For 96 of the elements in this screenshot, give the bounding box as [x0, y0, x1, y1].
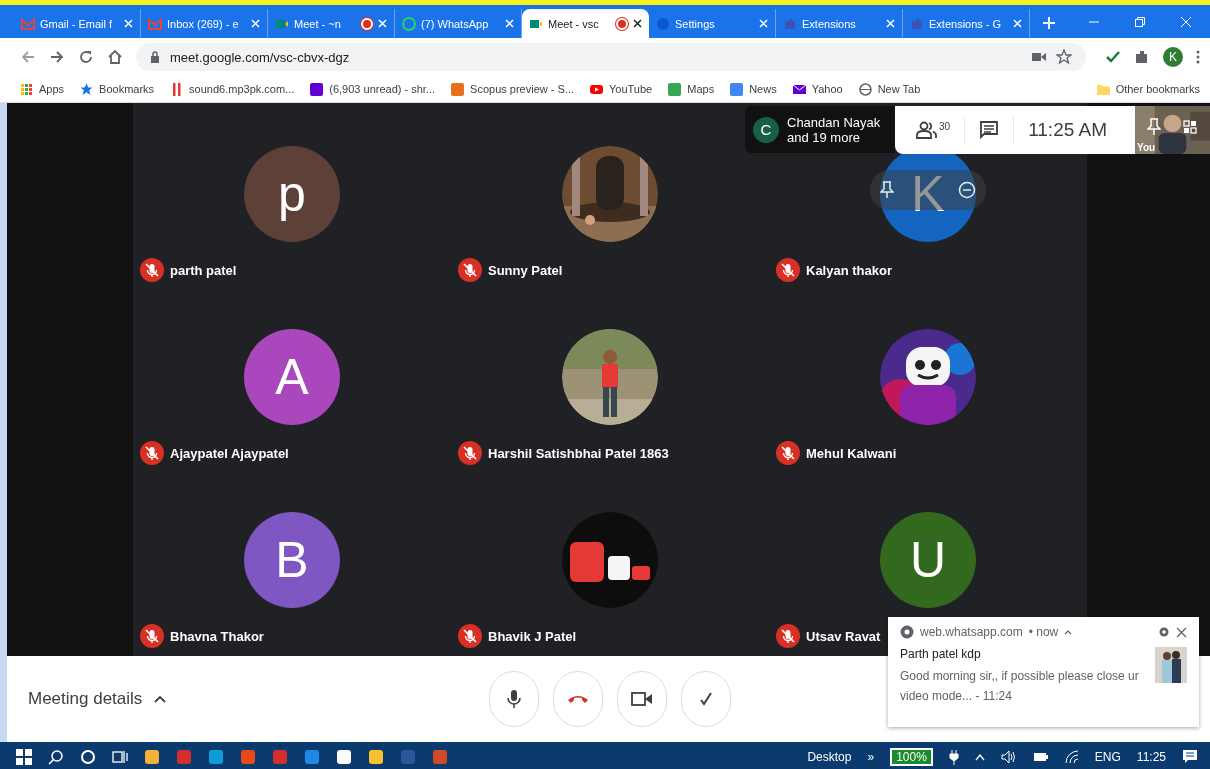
address-bar[interactable]: meet.google.com/vsc-cbvx-dgz — [136, 43, 1086, 71]
favicon-icon — [402, 16, 416, 31]
bookmark-folder[interactable]: Other bookmarks — [1115, 83, 1200, 95]
menu-icon[interactable] — [1196, 50, 1200, 64]
notification-title: Parth patel kdp — [900, 647, 982, 661]
participant-name: Kalyan thakor — [806, 262, 892, 278]
play-icon — [590, 82, 603, 96]
bookmark-link[interactable]: New Tab — [877, 83, 921, 95]
favicon-icon — [656, 16, 670, 31]
check-icon — [699, 692, 713, 706]
bookmark-link[interactable]: Maps — [687, 83, 715, 95]
wifi-icon[interactable] — [1064, 749, 1079, 764]
meeting-details-button[interactable]: Meeting details — [28, 689, 143, 709]
participant-name: Utsav Ravat — [806, 628, 881, 644]
presenter-more: and 19 more — [787, 129, 860, 145]
star-icon — [80, 82, 94, 96]
bookmark-link[interactable]: Yahoo — [811, 83, 843, 95]
notification-time: • now — [1028, 625, 1059, 639]
settings-icon[interactable] — [1158, 626, 1170, 638]
task-view-icon[interactable] — [112, 748, 128, 765]
battery-indicator: 100% — [890, 747, 933, 766]
presenter-name: Chandan Nayak — [787, 114, 881, 130]
layout-icon[interactable] — [1183, 120, 1197, 134]
favicon-icon — [148, 16, 162, 31]
overflow-chevron[interactable]: » — [867, 749, 875, 764]
speaker-icon[interactable] — [1000, 749, 1017, 764]
participant-name: Sunny Patel — [488, 262, 563, 278]
favicon-icon — [783, 16, 797, 31]
bookmark-link[interactable]: Bookmarks — [99, 83, 155, 95]
clock[interactable]: 11:25 — [1136, 749, 1166, 764]
participant-name: Ajaypatel Ajaypatel — [170, 445, 289, 461]
chat-icon[interactable] — [979, 120, 1000, 140]
participant-name: Bhavik J Patel — [488, 628, 577, 644]
caret-icon[interactable] — [154, 695, 167, 703]
check-button[interactable] — [681, 671, 731, 727]
camera-icon — [631, 691, 653, 707]
square-icon — [730, 82, 744, 96]
participant-name: Mehul Kalwani — [806, 445, 897, 461]
avatar: B — [244, 512, 340, 608]
notification-icon[interactable] — [1182, 748, 1198, 765]
bookmark-link[interactable]: YouTube — [609, 83, 653, 95]
desktop-label[interactable]: Desktop — [807, 749, 852, 764]
people-button[interactable]: 30 — [915, 121, 951, 139]
bookmark-link[interactable]: News — [749, 83, 777, 95]
plug-icon[interactable] — [948, 748, 959, 765]
notification-message: Good morning sir,, if possible please close ur video mode... - 11:24 — [900, 668, 1140, 705]
caret-icon[interactable] — [1064, 629, 1073, 635]
avatar: A — [244, 329, 340, 425]
close-icon[interactable] — [1176, 626, 1187, 638]
bookmark-link[interactable]: sound6.mp3pk.com... — [189, 83, 295, 95]
microphone-icon — [507, 689, 521, 709]
bars-icon — [170, 82, 184, 96]
language-indicator[interactable]: ENG — [1094, 749, 1121, 764]
bookmark-link[interactable]: Apps — [39, 83, 65, 95]
square-icon — [451, 82, 465, 96]
people-icon — [915, 121, 939, 139]
favicon-icon — [21, 16, 35, 31]
battery-icon[interactable] — [1032, 751, 1049, 762]
self-label: You — [1137, 142, 1156, 153]
check-icon[interactable] — [1105, 49, 1121, 65]
participant-name: parth patel — [170, 262, 237, 278]
globe-icon — [858, 82, 872, 96]
notification-source: web.whatsapp.com — [920, 625, 1023, 639]
favicon-icon — [910, 16, 924, 31]
camera-icon[interactable] — [1032, 52, 1046, 62]
avatar: U — [880, 512, 976, 608]
reload-icon[interactable] — [78, 49, 94, 65]
participant-name: Harshil Satishbhai Patel 1863 — [488, 445, 669, 461]
home-icon[interactable] — [107, 49, 123, 65]
participant-name: Bhavna Thakor — [170, 628, 264, 644]
star-icon[interactable] — [1056, 49, 1072, 65]
browser-tab[interactable]: Meet - vsc — [522, 9, 649, 38]
windows-icon[interactable] — [16, 748, 32, 765]
participant-count: 30 — [939, 121, 951, 132]
forward-icon[interactable] — [49, 49, 65, 65]
circle-icon[interactable] — [80, 748, 96, 765]
apps-icon — [20, 82, 33, 96]
search-icon[interactable] — [48, 748, 64, 765]
microphone-button[interactable] — [489, 671, 539, 727]
avatar: C — [753, 116, 779, 143]
phone-icon — [567, 694, 589, 704]
remove-icon[interactable] — [958, 181, 976, 199]
close-icon[interactable] — [633, 19, 642, 28]
camera-button[interactable] — [617, 671, 667, 727]
map-icon — [668, 82, 682, 96]
restore-icon[interactable] — [1134, 16, 1146, 28]
meeting-time: 11:25 AM — [1028, 119, 1107, 141]
pin-icon[interactable] — [880, 181, 894, 199]
square-icon — [310, 82, 324, 96]
avatar: p — [244, 146, 340, 242]
bookmark-link[interactable]: Scopus preview - S... — [470, 83, 574, 95]
lock-icon — [150, 51, 160, 63]
bookmark-link[interactable]: (6,903 unread) - shr... — [329, 83, 436, 95]
profile-avatar[interactable]: K — [1163, 47, 1183, 67]
back-icon[interactable] — [20, 49, 36, 65]
new-tab-icon[interactable] — [1042, 16, 1056, 30]
